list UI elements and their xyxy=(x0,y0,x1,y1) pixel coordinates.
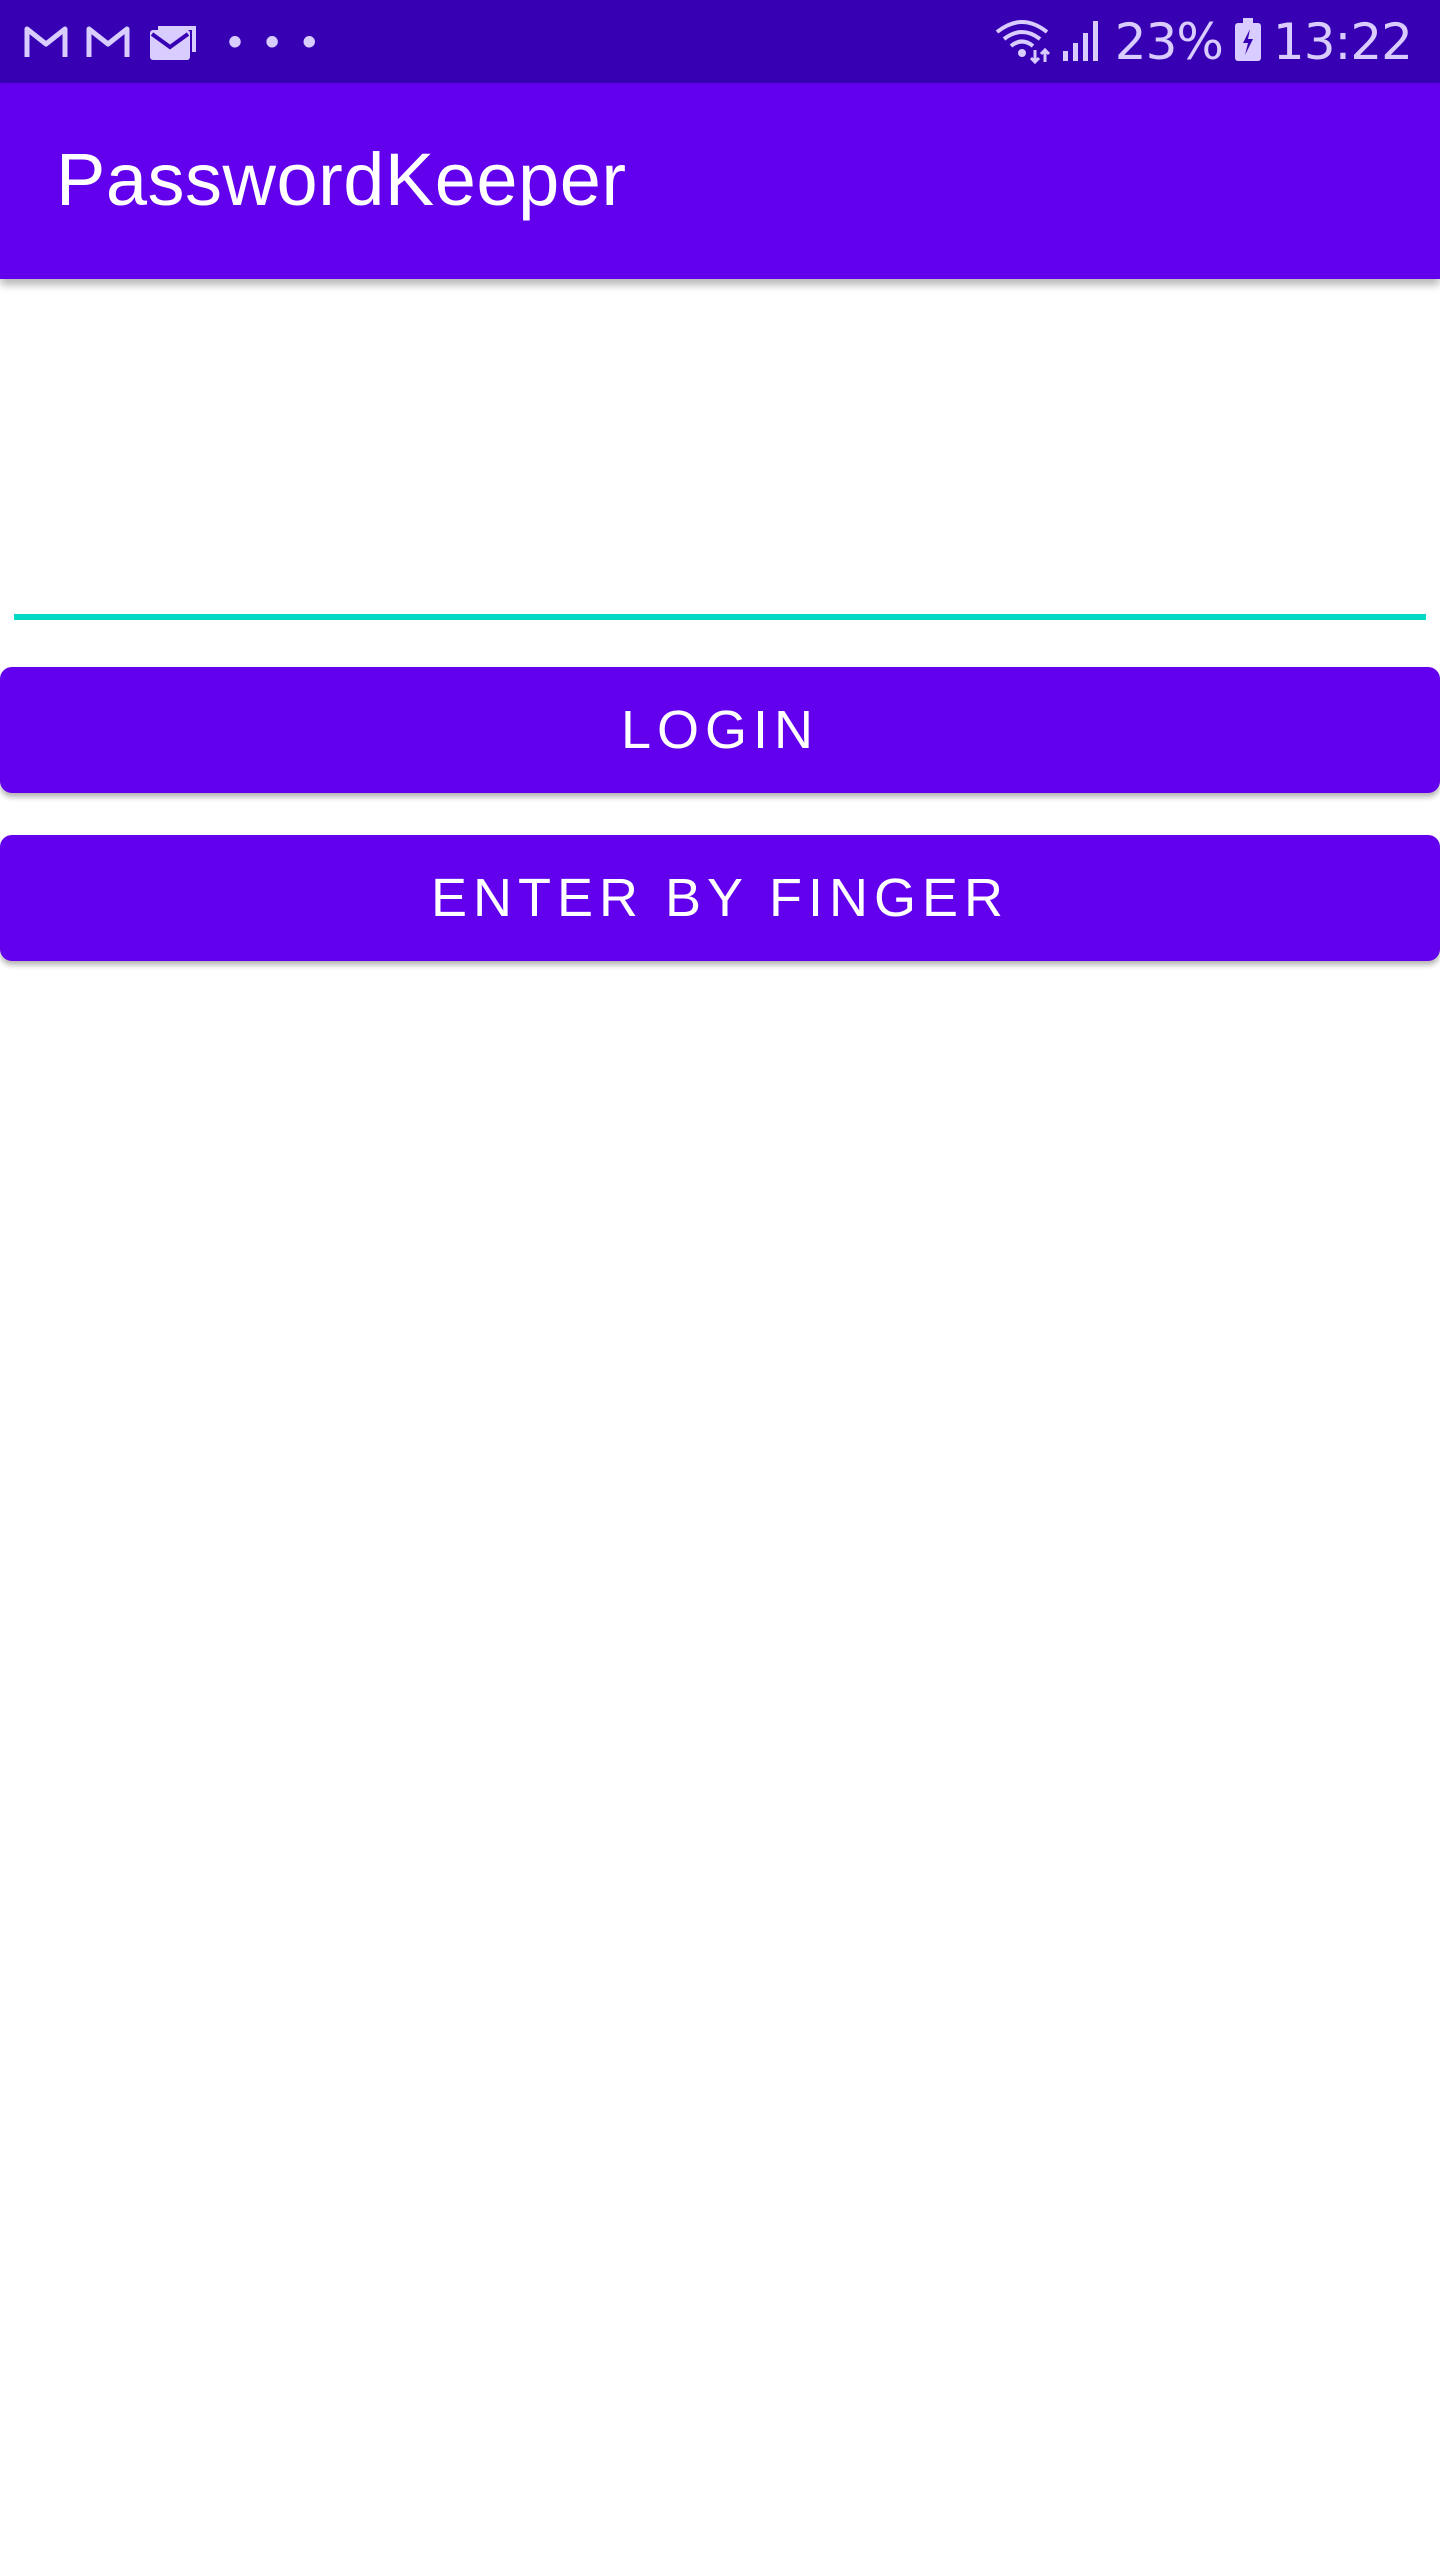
login-screen: • • • 23% 13:22 PasswordKeeper LOGIN ENT… xyxy=(0,0,1440,2560)
more-notifications-indicator: • • • xyxy=(228,20,323,64)
login-button[interactable]: LOGIN xyxy=(0,667,1440,793)
gmail-icon xyxy=(24,24,68,60)
app-title: PasswordKeeper xyxy=(56,138,627,221)
clock: 13:22 xyxy=(1272,13,1413,71)
notification-icons: • • • xyxy=(24,18,322,66)
wifi-icon xyxy=(993,16,1051,69)
signal-icon xyxy=(1061,17,1105,68)
battery-percentage: 23% xyxy=(1114,13,1224,71)
battery-charging-icon xyxy=(1233,17,1263,68)
email-icon xyxy=(148,22,196,62)
system-status: 23% 13:22 xyxy=(993,10,1413,74)
status-bar: • • • 23% 13:22 xyxy=(0,0,1440,83)
password-input[interactable] xyxy=(14,500,1426,620)
enter-by-finger-button[interactable]: ENTER BY FINGER xyxy=(0,835,1440,961)
app-bar: PasswordKeeper xyxy=(0,83,1440,279)
gmail-icon xyxy=(86,24,130,60)
